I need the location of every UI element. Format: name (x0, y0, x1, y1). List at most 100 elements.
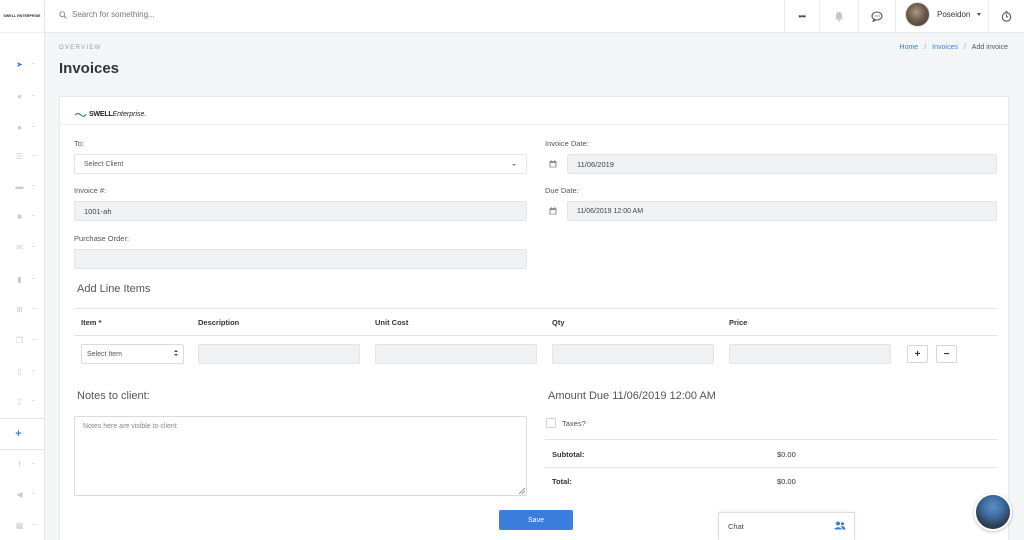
users-icon (834, 521, 846, 530)
table-icon: ▦ (15, 521, 24, 530)
sidebar-item-users[interactable]: ● (0, 120, 45, 136)
more-options-icon[interactable]: ••• (785, 0, 819, 33)
due-date-field[interactable]: 11/06/2019 12:00 AM (567, 201, 997, 221)
sidebar-divider (0, 449, 45, 450)
item-select-placeholder: Select Item (87, 350, 123, 358)
chat-widget[interactable]: Chat (718, 512, 855, 540)
purchase-order-label: Purchase Order: (74, 234, 130, 243)
sidebar-divider (0, 418, 45, 419)
chevron-icon (32, 278, 35, 279)
sidebar: SWELL ENTERPRISE ➤ ● ● ☰ ▬ ■ ✉ ▮ ⊞ ❐ ▯ ▯… (0, 0, 45, 540)
chat-avatar[interactable] (974, 493, 1012, 531)
breadcrumb: Home / Invoices / Add invoice (900, 44, 1008, 51)
item-select[interactable]: Select Item (81, 344, 184, 364)
client-select-placeholder: Select Client (84, 160, 124, 168)
sidebar-add-button[interactable]: + (0, 426, 45, 442)
chevron-icon (32, 463, 35, 464)
purchase-order-field[interactable] (74, 249, 527, 269)
line-items-title: Add Line Items (77, 283, 151, 295)
invoice-date-field[interactable]: 11/06/2019 (567, 154, 997, 174)
chevron-icon (32, 155, 35, 156)
sidebar-item-user[interactable]: ● (0, 89, 45, 105)
sidebar-item-folder[interactable]: ▬ (0, 179, 45, 195)
calendar-icon (549, 207, 557, 215)
sidebar-item-file[interactable]: ▯ (0, 364, 45, 380)
chevron-icon (32, 126, 35, 127)
sidebar-item-paper-plane[interactable]: ➤ (0, 57, 45, 73)
caret-down-icon (512, 164, 516, 166)
up-down-arrows-icon (174, 350, 178, 356)
sidebar-item-mail[interactable]: ✉ (0, 240, 45, 256)
amount-due-title: Amount Due 11/06/2019 12:00 AM (548, 390, 716, 402)
invoice-number-label: Invoice #: (74, 186, 107, 195)
user-menu[interactable]: Poseidon (905, 2, 982, 27)
chevron-icon (32, 95, 35, 96)
chevron-icon (32, 493, 35, 494)
chevron-icon (32, 215, 35, 216)
due-date-label: Due Date: (545, 186, 579, 195)
save-button[interactable]: Save (499, 510, 573, 530)
notes-textarea[interactable] (74, 416, 527, 496)
add-line-item-button[interactable]: + (907, 345, 928, 363)
sidebar-item-bullhorn[interactable]: ◀ (0, 487, 45, 503)
search-input[interactable] (72, 10, 372, 19)
resize-handle-icon[interactable] (519, 488, 525, 494)
notifications-button[interactable] (820, 0, 858, 33)
envelope-icon: ✉ (16, 243, 23, 252)
description-input[interactable] (198, 344, 360, 364)
timer-button[interactable] (989, 0, 1024, 33)
divider (74, 335, 997, 336)
chevron-icon (32, 185, 35, 186)
bell-icon (835, 12, 843, 22)
sidebar-logo[interactable]: SWELL ENTERPRISE (0, 0, 44, 33)
page-title: Invoices (59, 60, 120, 77)
chevron-icon (32, 524, 35, 525)
sidebar-item-clipboard[interactable]: ▮ (0, 272, 45, 288)
sidebar-item-sitemap[interactable]: ⊞ (0, 302, 45, 318)
clipboard-icon: ▮ (17, 275, 22, 284)
qty-input[interactable] (552, 344, 714, 364)
total-label: Total: (552, 477, 572, 486)
column-header-unit-cost: Unit Cost (375, 318, 409, 327)
column-header-item: Item * (81, 318, 102, 327)
avatar (905, 2, 930, 27)
breadcrumb-separator: / (963, 44, 966, 51)
brand-bold: SWELL (89, 111, 113, 118)
invoice-date-label: Invoice Date: (545, 139, 589, 148)
unit-cost-input[interactable] (375, 344, 537, 364)
subtotal-value: $0.00 (777, 450, 796, 459)
breadcrumb-home[interactable]: Home (900, 44, 919, 51)
plus-icon: + (15, 427, 22, 440)
client-select[interactable]: Select Client (74, 154, 527, 174)
divider (895, 0, 896, 33)
search-icon (59, 10, 67, 19)
wave-icon (75, 112, 86, 117)
copy-icon: ❐ (15, 336, 24, 345)
sidebar-item-table[interactable]: ▦ (0, 518, 45, 534)
breadcrumb-separator: / (924, 44, 927, 51)
facebook-icon: f (18, 460, 21, 469)
breadcrumb-invoices[interactable]: Invoices (932, 44, 958, 51)
chevron-icon (32, 339, 35, 340)
divider (60, 124, 1010, 125)
divider (545, 439, 997, 440)
sidebar-item-list[interactable]: ☰ (0, 149, 45, 165)
taxes-checkbox[interactable] (546, 418, 556, 428)
folder-icon: ▬ (15, 182, 24, 191)
sidebar-item-check[interactable]: ■ (0, 209, 45, 225)
overview-label: OVERVIEW (59, 45, 102, 51)
file-alt-icon: ▯ (17, 397, 22, 406)
caret-down-icon (977, 13, 982, 16)
invoice-number-field[interactable]: 1001-ah (74, 201, 527, 221)
chevron-icon (32, 246, 35, 247)
sidebar-item-file-alt[interactable]: ▯ (0, 394, 45, 410)
remove-line-item-button[interactable]: − (936, 345, 957, 363)
chat-label: Chat (728, 522, 744, 531)
price-input[interactable] (729, 344, 891, 364)
sidebar-item-copy[interactable]: ❐ (0, 333, 45, 349)
timer-icon (1001, 11, 1012, 22)
sidebar-item-facebook[interactable]: f (0, 457, 45, 473)
invoice-number-value: 1001-ah (84, 206, 112, 216)
messages-button[interactable] (859, 0, 895, 33)
sitemap-icon: ⊞ (16, 305, 23, 314)
